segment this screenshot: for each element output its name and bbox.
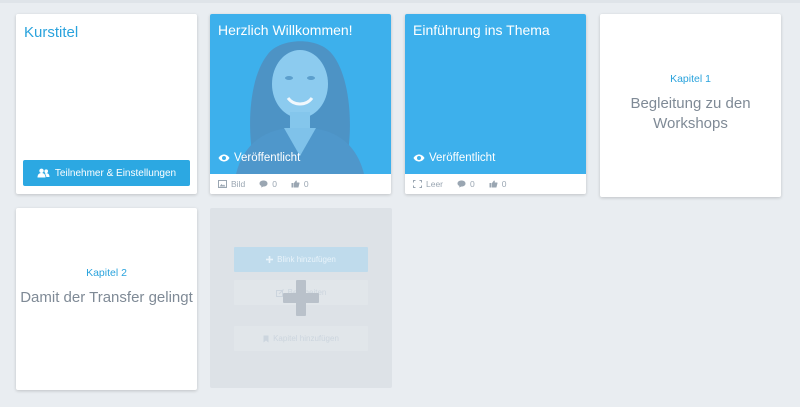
image-icon	[218, 180, 227, 188]
card-cover[interactable]: Einführung ins Thema Veröffentlicht	[405, 14, 586, 174]
chapter-card-1[interactable]: Kapitel 1 Begleitung zu den Workshops	[600, 14, 781, 197]
card-title[interactable]: Einführung ins Thema	[413, 22, 550, 38]
course-title-card[interactable]: Kurstitel Teilnehmer & Einstellungen	[16, 14, 197, 194]
comment-icon[interactable]	[457, 180, 466, 188]
thumbs-up-icon[interactable]	[489, 180, 498, 188]
add-block-label: Blink hinzufügen	[277, 255, 336, 264]
media-type-label: Bild	[231, 179, 246, 189]
participants-settings-button[interactable]: Teilnehmer & Einstellungen	[23, 160, 190, 186]
card-footer: Leer 0 0	[405, 174, 586, 194]
participants-settings-label: Teilnehmer & Einstellungen	[54, 167, 177, 179]
like-count: 0	[303, 179, 309, 189]
content-card-introduction[interactable]: Einführung ins Thema Veröffentlicht Leer…	[405, 14, 586, 194]
status-label: Veröffentlicht	[234, 152, 301, 164]
top-divider	[0, 0, 800, 3]
comment-count: 0	[272, 179, 277, 189]
course-title[interactable]: Kurstitel	[24, 24, 78, 41]
chapter-title[interactable]: Damit der Transfer gelingt	[16, 288, 197, 308]
like-count: 0	[501, 179, 507, 189]
media-type-label: Leer	[426, 179, 444, 189]
plus-icon	[266, 256, 274, 263]
chapter-number: Kapitel 1	[670, 73, 711, 85]
comment-count: 0	[470, 179, 475, 189]
add-chapter-label: Kapitel hinzufügen	[273, 334, 339, 343]
published-status: Veröffentlicht	[413, 152, 495, 164]
empty-frame-icon	[413, 180, 422, 188]
content-card-welcome[interactable]: Herzlich Willkommen! Veröffentlicht Bild…	[210, 14, 391, 194]
card-footer: Bild 0 0	[210, 174, 391, 194]
large-plus-icon[interactable]	[283, 280, 319, 316]
users-icon	[37, 168, 50, 178]
chapter-card-2[interactable]: Kapitel 2 Damit der Transfer gelingt	[16, 208, 197, 390]
add-content-area[interactable]: Blink hinzufügen Bearbeiten Kapitel hinz…	[210, 208, 392, 388]
presenter-photo	[236, 41, 364, 174]
chapter-title[interactable]: Begleitung zu den Workshops	[600, 94, 781, 134]
bookmark-icon	[263, 335, 269, 343]
eye-icon	[413, 154, 425, 162]
chapter-number: Kapitel 2	[86, 267, 127, 279]
comment-icon[interactable]	[259, 180, 268, 188]
eye-icon	[218, 154, 230, 162]
card-title[interactable]: Herzlich Willkommen!	[218, 22, 353, 38]
card-cover[interactable]: Herzlich Willkommen! Veröffentlicht	[210, 14, 391, 174]
published-status: Veröffentlicht	[218, 152, 300, 164]
thumbs-up-icon[interactable]	[291, 180, 300, 188]
add-chapter-button[interactable]: Kapitel hinzufügen	[234, 326, 368, 351]
status-label: Veröffentlicht	[429, 152, 496, 164]
add-block-button[interactable]: Blink hinzufügen	[234, 247, 368, 272]
